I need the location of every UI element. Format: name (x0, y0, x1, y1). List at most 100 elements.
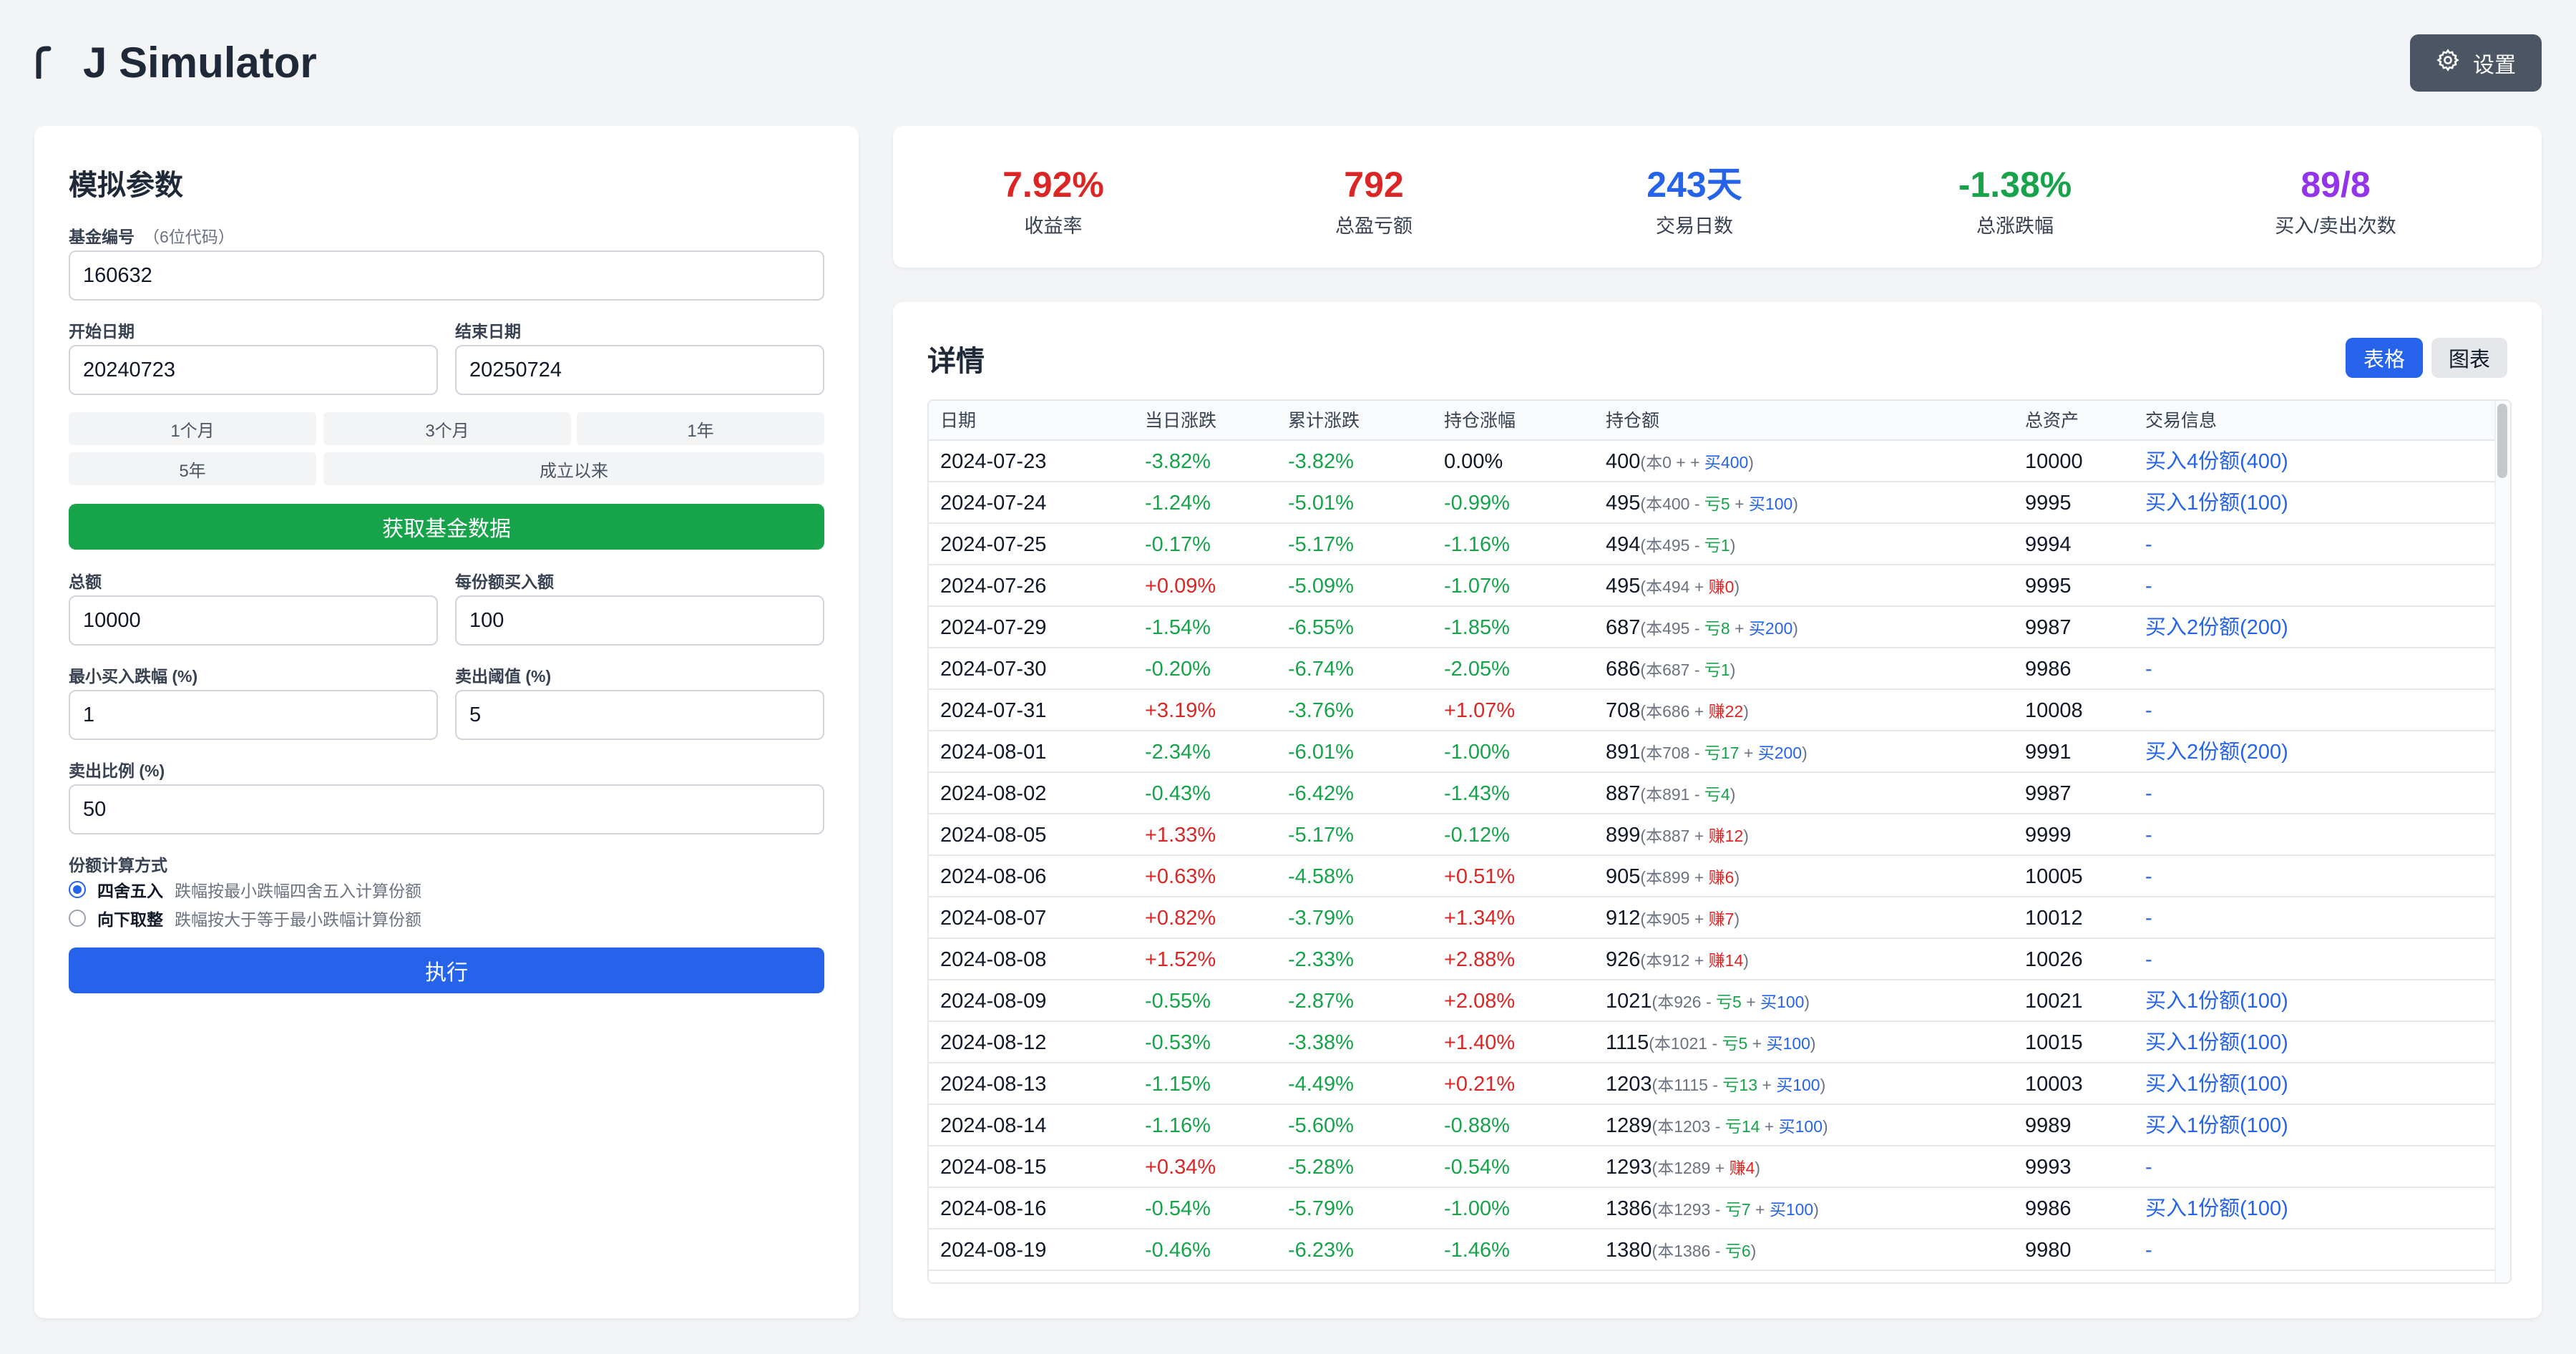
table-row: 2024-07-31 +3.19% -3.76% +1.07% 708(本686… (929, 690, 2496, 731)
cell-trade-info[interactable]: 买入4份额(400) (2145, 441, 2288, 482)
cell-total-assets: 9987 (2025, 616, 2072, 639)
cell-daily-change: -0.54% (1145, 1197, 1211, 1220)
col-daily-change: 当日涨跌 (1145, 411, 1217, 431)
table-row: 2024-07-25 -0.17% -5.17% -1.16% 494(本495… (929, 524, 2496, 565)
cell-position-change: 0.00% (1444, 450, 1503, 473)
pnl-amount: 亏14 (1724, 1117, 1760, 1136)
cell-trade-info[interactable]: 买入1份额(100) (2145, 980, 2288, 1022)
table-row: 2024-08-02 -0.43% -6.42% -1.43% 887(本891… (929, 773, 2496, 814)
view-table-button[interactable]: 表格 (2346, 338, 2423, 378)
pnl-sign: - (1694, 619, 1700, 638)
cell-cumulative-change: -5.17% (1288, 824, 1354, 847)
sell-threshold-input[interactable]: 5 (455, 690, 824, 740)
radio-round[interactable] (69, 881, 86, 898)
pnl-sign: - (1712, 1076, 1719, 1094)
cell-trade-info[interactable]: 买入1份额(100) (2145, 1188, 2288, 1229)
cell-position-change: -0.54% (1444, 1156, 1510, 1179)
cell-trade-info[interactable]: 买入1份额(100) (2145, 482, 2288, 524)
range-1-year-button[interactable]: 1年 (577, 412, 824, 445)
stat-value: -1.38% (1958, 165, 2072, 205)
calc-option-round[interactable]: 四舍五入 跌幅按最小跌幅四舍五入计算份额 (69, 877, 421, 902)
fund-code-input[interactable]: 160632 (69, 250, 824, 301)
fetch-fund-data-button[interactable]: 获取基金数据 (69, 504, 824, 550)
cell-cumulative-change: -4.49% (1288, 1073, 1354, 1096)
cell-date: 2024-07-31 (940, 699, 1047, 722)
holding-value: 495 (1606, 492, 1641, 515)
calc-option-floor-desc: 跌幅按大于等于最小跌幅计算份额 (175, 910, 421, 929)
pnl-amount: 赚7 (1708, 910, 1735, 928)
view-chart-button[interactable]: 图表 (2431, 338, 2507, 378)
cell-cumulative-change: -6.23% (1288, 1239, 1354, 1262)
cell-trade-info[interactable]: 买入2份额(200) (2145, 607, 2288, 648)
cell-position-change: +0.21% (1444, 1073, 1516, 1096)
table-row: 2024-08-15 +0.34% -5.28% -0.54% 1293(本12… (929, 1146, 2496, 1188)
cell-cumulative-change: -3.82% (1288, 450, 1354, 473)
cell-date: 2024-07-23 (940, 450, 1047, 473)
range-5-years-button[interactable]: 5年 (69, 452, 316, 485)
cell-cumulative-change: -5.60% (1288, 1114, 1354, 1137)
cell-total-assets: 9994 (2025, 533, 2072, 556)
cell-position-change: +0.51% (1444, 865, 1516, 888)
cell-trade-info[interactable]: 买入2份额(200) (2145, 731, 2288, 773)
calc-option-round-desc: 跌幅按最小跌幅四舍五入计算份额 (175, 882, 421, 900)
pnl-sign: - (1714, 1200, 1721, 1219)
min-drop-input[interactable]: 1 (69, 690, 438, 740)
pnl-sign: - (1694, 661, 1700, 679)
cell-cumulative-change: -6.74% (1288, 658, 1354, 681)
range-since-inception-button[interactable]: 成立以来 (323, 452, 824, 485)
radio-floor[interactable] (69, 910, 86, 927)
sell-ratio-input[interactable]: 50 (69, 784, 824, 834)
cell-daily-change: +0.09% (1145, 575, 1216, 598)
cell-trade-info[interactable]: 买入1份额(100) (2145, 1105, 2288, 1146)
scrollbar-thumb[interactable] (2497, 404, 2507, 478)
cell-date: 2024-08-14 (940, 1114, 1047, 1137)
cell-daily-change: -0.53% (1145, 1031, 1211, 1054)
cell-trade-info[interactable]: 买入1份额(100) (2145, 1022, 2288, 1063)
cell-holding-amount: 495(本400 - 亏5 + 买100) (1606, 492, 1798, 515)
calc-option-floor[interactable]: 向下取整 跌幅按大于等于最小跌幅计算份额 (69, 906, 421, 930)
cell-holding-amount: 926(本912 + 赚14) (1606, 948, 1749, 971)
per-share-label: 每份额买入额 (455, 573, 554, 591)
holding-value: 891 (1606, 741, 1641, 764)
pnl-amount: 亏4 (1704, 785, 1730, 804)
range-3-months-button[interactable]: 3个月 (323, 412, 571, 445)
table-scrollbar[interactable] (2494, 401, 2510, 1282)
cell-trade-info: - (2145, 699, 2152, 722)
cell-cumulative-change: -3.38% (1288, 1031, 1354, 1054)
end-date-input[interactable]: 20250724 (455, 345, 824, 395)
cell-date: 2024-07-30 (940, 658, 1047, 681)
settings-button[interactable]: 设置 (2410, 34, 2542, 92)
holding-value: 912 (1606, 907, 1641, 930)
sell-threshold-label: 卖出阈值 (%) (455, 667, 552, 686)
cell-total-assets: 9995 (2025, 575, 2072, 598)
pnl-sign: + (1694, 868, 1704, 887)
cell-position-change: +2.08% (1444, 990, 1516, 1013)
start-date-input[interactable]: 20240723 (69, 345, 438, 395)
cell-daily-change: +1.52% (1145, 948, 1216, 971)
cell-date: 2024-08-13 (940, 1073, 1047, 1096)
stat-buy-sell-count: 89/8 买入/卖出次数 (2175, 163, 2496, 238)
table-row: 2024-08-12 -0.53% -3.38% +1.40% 1115(本10… (929, 1022, 2496, 1063)
cell-date: 2024-08-09 (940, 990, 1047, 1013)
table-row: 2024-07-26 +0.09% -5.09% -1.07% 495(本494… (929, 565, 2496, 607)
total-input[interactable]: 10000 (69, 595, 438, 646)
cell-trade-info[interactable]: 买入1份额(100) (2145, 1063, 2288, 1105)
stat-label: 交易日数 (1656, 215, 1733, 237)
holding-base: 本494 (1646, 578, 1690, 596)
holding-value: 905 (1606, 865, 1641, 888)
range-1-month-button[interactable]: 1个月 (69, 412, 316, 445)
stat-trading-days: 243天 交易日数 (1534, 163, 1855, 238)
table-row: 2024-07-30 -0.20% -6.74% -2.05% 686(本687… (929, 648, 2496, 690)
calc-option-round-label: 四舍五入 (97, 882, 163, 900)
details-title: 详情 (927, 346, 985, 377)
per-share-input[interactable]: 100 (455, 595, 824, 646)
cell-total-assets: 9991 (2025, 741, 2072, 764)
pnl-sign: + (1694, 827, 1704, 845)
holding-base: 本400 (1646, 495, 1690, 513)
holding-base: 本891 (1646, 785, 1690, 804)
details-panel: 详情 表格 图表 日期 当日涨跌 累计涨跌 持仓涨幅 持仓额 总资产 交易信息 … (893, 302, 2542, 1318)
cell-total-assets: 10012 (2025, 907, 2083, 930)
holding-base: 本495 (1646, 619, 1690, 638)
run-button[interactable]: 执行 (69, 948, 824, 993)
cell-date: 2024-07-29 (940, 616, 1047, 639)
